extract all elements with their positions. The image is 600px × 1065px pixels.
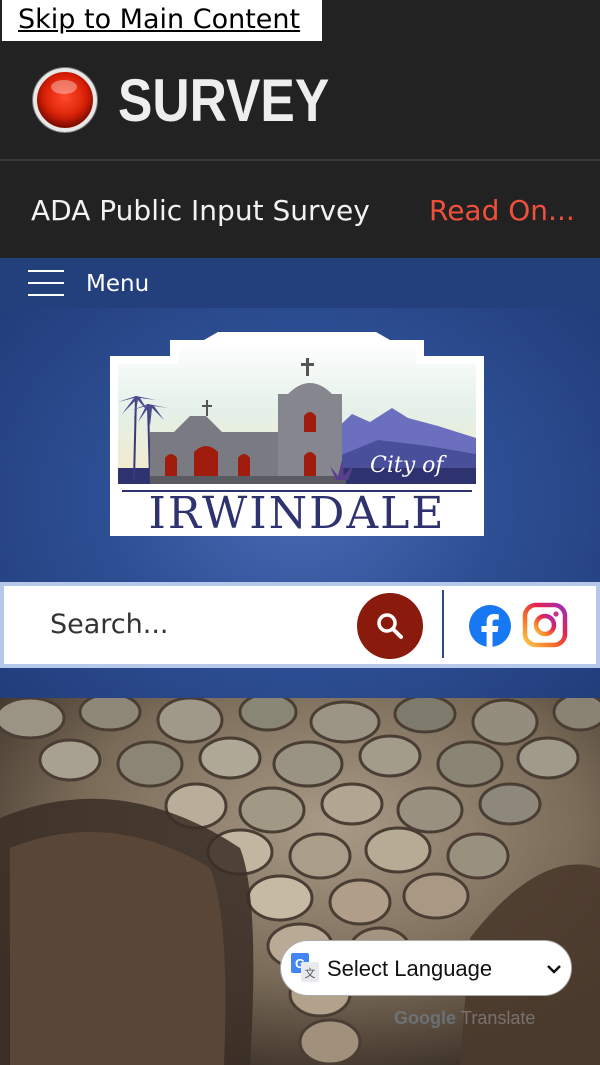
search-divider	[442, 590, 444, 658]
skip-to-main-content-link[interactable]: Skip to Main Content	[0, 0, 324, 43]
logo-irwindale: IRWINDALE	[148, 488, 445, 538]
select-language-label: Select Language	[327, 956, 493, 981]
search-box: Search...	[4, 586, 596, 664]
search-icon	[377, 613, 403, 639]
survey-red-dot-icon	[33, 68, 97, 132]
powered-by-google-translate[interactable]: Google Translate	[394, 1008, 535, 1029]
select-language-dropdown[interactable]: G 文 Select Language	[280, 940, 572, 996]
chevron-down-icon	[547, 965, 561, 974]
logo-city-of: City of	[370, 453, 447, 478]
city-logo[interactable]: City of IRWINDALE	[108, 328, 486, 539]
site-header: Menu City of IRWINDALE Search...	[0, 258, 600, 698]
menu-label[interactable]: Menu	[86, 258, 149, 310]
read-on-link[interactable]: Read On...	[429, 163, 575, 258]
survey-banner[interactable]: SURVEY	[0, 43, 600, 161]
powered-google-text: Google	[394, 1008, 456, 1028]
ticker-text: ADA Public Input Survey	[31, 194, 370, 227]
svg-text:文: 文	[305, 966, 316, 980]
news-ticker: ADA Public Input Survey Read On...	[0, 163, 600, 258]
powered-translate-text: Translate	[461, 1008, 536, 1028]
hamburger-icon[interactable]	[28, 270, 64, 296]
search-input[interactable]: Search...	[50, 586, 169, 664]
search-strip: Search...	[0, 582, 600, 668]
survey-title: SURVEY	[118, 67, 330, 134]
menu-bar[interactable]: Menu	[0, 258, 600, 308]
facebook-icon[interactable]	[468, 604, 512, 648]
search-button[interactable]	[357, 593, 423, 659]
instagram-icon[interactable]	[522, 602, 568, 648]
google-translate-icon: G 文	[291, 953, 319, 982]
